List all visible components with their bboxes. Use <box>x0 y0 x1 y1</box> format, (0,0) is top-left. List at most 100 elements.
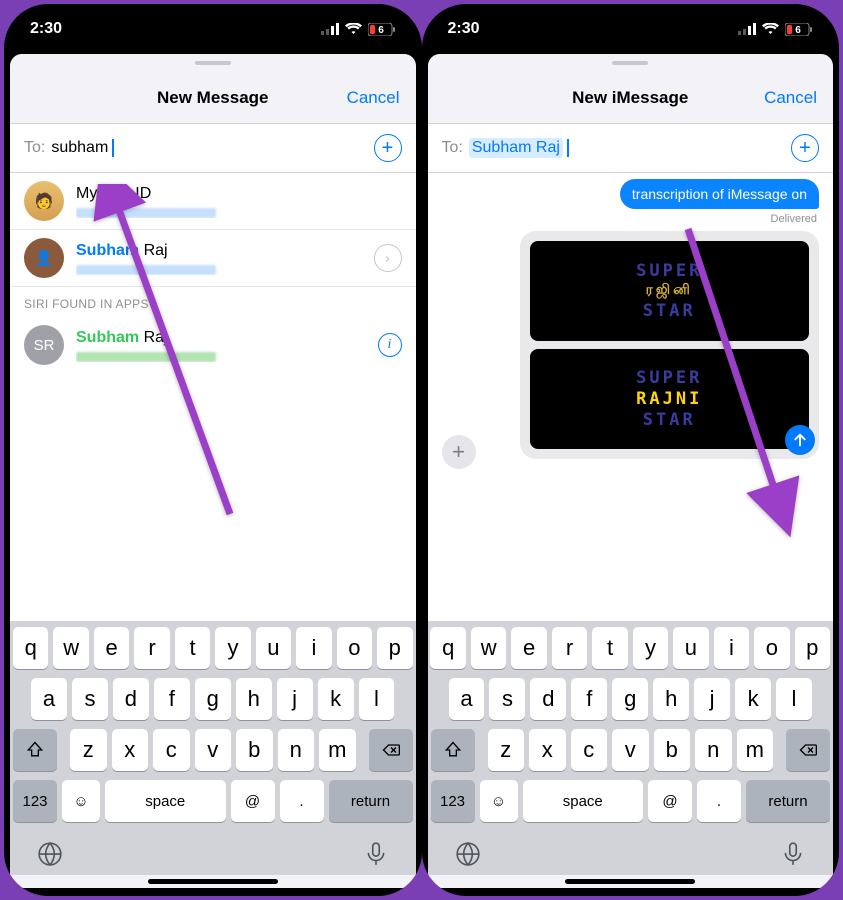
sheet-handle[interactable] <box>428 54 834 72</box>
letter-key-a[interactable]: a <box>31 678 67 720</box>
letter-key-l[interactable]: l <box>359 678 395 720</box>
phone-left: 2:30 6 New Message Cancel To: subham + 🧑… <box>4 4 422 896</box>
send-button[interactable] <box>785 425 815 455</box>
home-indicator[interactable] <box>565 879 695 884</box>
letter-key-b[interactable]: b <box>236 729 273 771</box>
letter-key-t[interactable]: t <box>592 627 627 669</box>
letter-key-l[interactable]: l <box>776 678 812 720</box>
letter-key-i[interactable]: i <box>296 627 331 669</box>
attachment-preview[interactable]: SUPERரஜினிSTAR SUPERRAJNISTAR <box>520 231 820 459</box>
cancel-button[interactable]: Cancel <box>347 88 400 108</box>
letter-key-m[interactable]: m <box>319 729 356 771</box>
add-contact-button[interactable]: + <box>374 134 402 162</box>
letter-key-d[interactable]: d <box>113 678 149 720</box>
letter-key-z[interactable]: z <box>488 729 525 771</box>
return-key[interactable]: return <box>746 780 830 822</box>
shift-key[interactable] <box>431 729 475 771</box>
letter-key-e[interactable]: e <box>511 627 546 669</box>
letter-key-o[interactable]: o <box>337 627 372 669</box>
letter-key-j[interactable]: j <box>694 678 730 720</box>
letter-key-r[interactable]: r <box>134 627 169 669</box>
letter-key-o[interactable]: o <box>754 627 789 669</box>
dot-key[interactable]: . <box>697 780 741 822</box>
status-bar: 2:30 6 <box>422 4 840 54</box>
letter-key-f[interactable]: f <box>571 678 607 720</box>
letter-key-a[interactable]: a <box>449 678 485 720</box>
letter-key-q[interactable]: q <box>13 627 48 669</box>
letter-key-n[interactable]: n <box>278 729 315 771</box>
letter-key-w[interactable]: w <box>471 627 506 669</box>
keyboard[interactable]: qwertyuiop asdfghjkl zxcvbnm 123 ☺ space… <box>428 621 834 875</box>
letter-key-z[interactable]: z <box>70 729 107 771</box>
letter-key-q[interactable]: q <box>430 627 465 669</box>
phone-right: 2:30 6 New iMessage Cancel To: Subham Ra… <box>422 4 840 896</box>
keyboard[interactable]: qwertyuiop asdfghjkl zxcvbnm 123 ☺ space… <box>10 621 416 875</box>
letter-key-e[interactable]: e <box>94 627 129 669</box>
letter-key-c[interactable]: c <box>571 729 608 771</box>
dot-key[interactable]: . <box>280 780 324 822</box>
letter-key-y[interactable]: y <box>215 627 250 669</box>
letter-key-g[interactable]: g <box>612 678 648 720</box>
letter-key-n[interactable]: n <box>695 729 732 771</box>
letter-key-y[interactable]: y <box>633 627 668 669</box>
emoji-key[interactable]: ☺ <box>480 780 518 822</box>
chevron-icon[interactable]: › <box>374 244 402 272</box>
avatar: 👤 <box>24 238 64 278</box>
letter-key-w[interactable]: w <box>53 627 88 669</box>
mic-icon[interactable] <box>780 841 806 867</box>
globe-icon[interactable] <box>37 841 63 867</box>
letter-key-v[interactable]: v <box>612 729 649 771</box>
to-field-row[interactable]: To: subham + <box>10 124 416 173</box>
to-input[interactable]: subham <box>51 139 114 157</box>
letter-key-p[interactable]: p <box>377 627 412 669</box>
mic-icon[interactable] <box>363 841 389 867</box>
letter-key-k[interactable]: k <box>318 678 354 720</box>
letter-key-j[interactable]: j <box>277 678 313 720</box>
return-key[interactable]: return <box>329 780 413 822</box>
letter-key-x[interactable]: x <box>529 729 566 771</box>
letter-key-b[interactable]: b <box>654 729 691 771</box>
contact-row[interactable]: 🧑 My Test ID <box>10 173 416 230</box>
at-key[interactable]: @ <box>648 780 692 822</box>
letter-key-i[interactable]: i <box>714 627 749 669</box>
conversation[interactable]: transcription of iMessage on Delivered +… <box>428 173 834 621</box>
letter-key-k[interactable]: k <box>735 678 771 720</box>
letter-key-h[interactable]: h <box>236 678 272 720</box>
sheet-header: New iMessage Cancel <box>428 72 834 124</box>
letter-key-u[interactable]: u <box>256 627 291 669</box>
recipient-chip[interactable]: Subham Raj <box>469 138 563 158</box>
space-key[interactable]: space <box>105 780 226 822</box>
home-indicator[interactable] <box>148 879 278 884</box>
letter-key-f[interactable]: f <box>154 678 190 720</box>
cancel-button[interactable]: Cancel <box>764 88 817 108</box>
letter-key-m[interactable]: m <box>737 729 774 771</box>
backspace-key[interactable] <box>369 729 413 771</box>
letter-key-d[interactable]: d <box>530 678 566 720</box>
space-key[interactable]: space <box>523 780 644 822</box>
add-contact-button[interactable]: + <box>791 134 819 162</box>
sheet-handle[interactable] <box>10 54 416 72</box>
letter-key-p[interactable]: p <box>795 627 830 669</box>
letter-key-g[interactable]: g <box>195 678 231 720</box>
letter-key-t[interactable]: t <box>175 627 210 669</box>
letter-key-x[interactable]: x <box>112 729 149 771</box>
at-key[interactable]: @ <box>231 780 275 822</box>
contact-row[interactable]: 👤 Subham Raj › <box>10 230 416 287</box>
numeric-key[interactable]: 123 <box>13 780 57 822</box>
letter-key-s[interactable]: s <box>72 678 108 720</box>
backspace-key[interactable] <box>786 729 830 771</box>
letter-key-c[interactable]: c <box>153 729 190 771</box>
letter-key-v[interactable]: v <box>195 729 232 771</box>
letter-key-s[interactable]: s <box>489 678 525 720</box>
letter-key-h[interactable]: h <box>653 678 689 720</box>
info-icon[interactable]: i <box>378 333 402 357</box>
numeric-key[interactable]: 123 <box>431 780 475 822</box>
to-field-row[interactable]: To: Subham Raj + <box>428 124 834 173</box>
attach-button[interactable]: + <box>442 435 476 469</box>
globe-icon[interactable] <box>455 841 481 867</box>
emoji-key[interactable]: ☺ <box>62 780 100 822</box>
shift-key[interactable] <box>13 729 57 771</box>
letter-key-r[interactable]: r <box>552 627 587 669</box>
contact-row[interactable]: SR Subham Raj i <box>10 317 416 373</box>
letter-key-u[interactable]: u <box>673 627 708 669</box>
